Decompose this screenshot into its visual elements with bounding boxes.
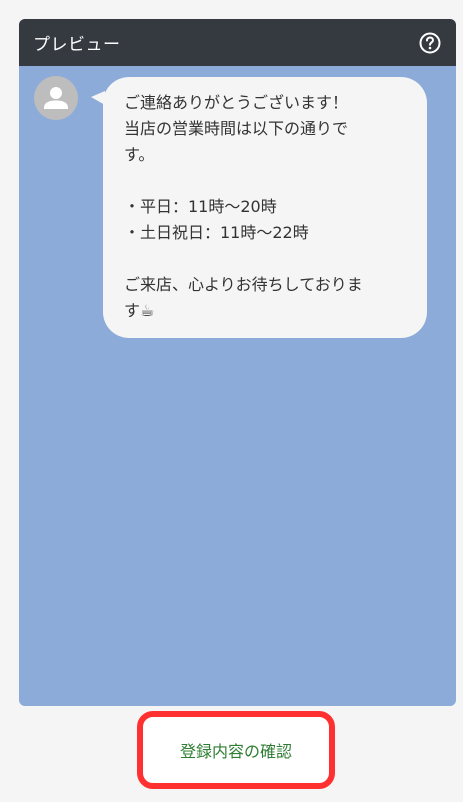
chat-area: ご連絡ありがとうございます！ 当店の営業時間は以下の通りで す。 ・平日：11時… <box>19 66 456 338</box>
message-line: 当店の営業時間は以下の通りで <box>124 119 349 138</box>
footer: 登録内容の確認 <box>0 706 463 802</box>
avatar <box>34 76 78 120</box>
message-line <box>124 168 413 194</box>
preview-panel: プレビュー ご連絡ありがとうございます！ 当店の営業時間は以下の通りで す。 ・… <box>19 19 456 706</box>
confirm-registration-button[interactable]: 登録内容の確認 <box>137 711 335 789</box>
question-circle-icon[interactable] <box>419 32 441 54</box>
message-line: ・土日祝日：11時〜22時 <box>124 223 309 242</box>
page: プレビュー ご連絡ありがとうございます！ 当店の営業時間は以下の通りで す。 ・… <box>0 0 463 802</box>
message-line: ・平日：11時〜20時 <box>124 197 277 216</box>
message-line <box>124 246 413 272</box>
preview-title: プレビュー <box>33 35 121 55</box>
message-line: ご来店、心よりお待ちしておりま <box>124 275 363 294</box>
message-line: す。 <box>124 145 155 164</box>
message-line: ご連絡ありがとうございます！ <box>124 93 349 112</box>
message-line: す☕ <box>124 301 155 320</box>
message-bubble: ご連絡ありがとうございます！ 当店の営業時間は以下の通りで す。 ・平日：11時… <box>91 77 427 338</box>
preview-header: プレビュー <box>19 19 456 66</box>
person-icon <box>44 87 68 109</box>
